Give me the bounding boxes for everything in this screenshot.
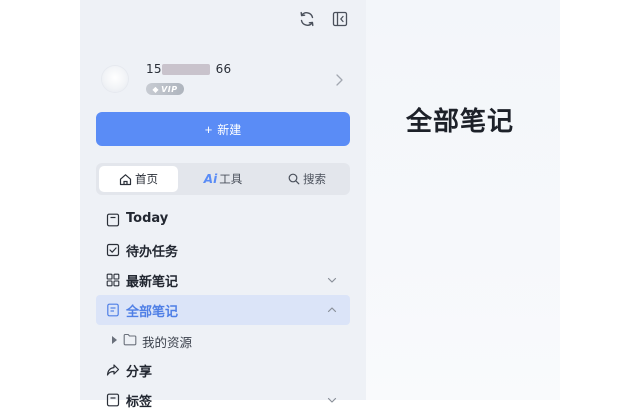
ai-icon: Ai — [203, 172, 218, 186]
checkbox-icon — [106, 243, 120, 257]
caret-right-icon[interactable] — [112, 336, 117, 344]
folder-my-resources[interactable]: 我的资源 — [96, 325, 350, 355]
tab-ai-label: 工具 — [219, 172, 243, 186]
page-title: 全部笔记 — [406, 107, 515, 137]
share-icon — [106, 364, 120, 376]
chevron-right-icon[interactable] — [334, 72, 344, 91]
nav-all-label: 全部笔记 — [126, 305, 179, 320]
folder-icon — [123, 333, 137, 346]
nav-latest-notes[interactable]: 最新笔记 — [96, 265, 350, 295]
sidebar-collapse-icon[interactable] — [330, 9, 350, 29]
phone-mask — [162, 64, 210, 75]
nav-today-label: Today — [126, 211, 169, 226]
nav-today[interactable]: Today — [96, 205, 350, 235]
chevron-up-icon[interactable] — [326, 304, 338, 316]
tab-search[interactable]: 搜索 — [266, 166, 348, 192]
note-icon — [107, 303, 119, 317]
grid-icon — [106, 273, 120, 287]
main-panel — [366, 0, 560, 400]
nav-share[interactable]: 分享 — [96, 355, 350, 385]
chevron-down-icon[interactable] — [326, 274, 338, 286]
nav-todo-label: 待办任务 — [126, 245, 179, 260]
new-note-label: 新建 — [217, 122, 242, 137]
nav-tags[interactable]: 标签 — [96, 385, 350, 415]
account-row[interactable]: 15 66 ◆ VIP — [96, 56, 350, 104]
tab-home[interactable]: 首页 — [99, 166, 178, 192]
nav-latest-label: 最新笔记 — [126, 275, 179, 290]
tab-bar: 首页 Ai 工具 搜索 — [96, 163, 350, 195]
new-note-button[interactable]: + 新建 — [96, 112, 350, 146]
sync-icon[interactable] — [297, 9, 317, 29]
plus-icon: + — [204, 121, 213, 137]
window-background — [560, 0, 640, 400]
folder-label: 我的资源 — [142, 335, 193, 350]
tag-icon — [106, 393, 120, 407]
app-window: 15 66 ◆ VIP + 新建 首页 Ai 工具 搜索 Today 待办任务 … — [0, 0, 640, 410]
tab-home-label: 首页 — [135, 172, 158, 186]
avatar[interactable] — [102, 66, 128, 92]
today-icon — [106, 213, 120, 227]
vip-badge: ◆ VIP — [146, 83, 184, 95]
tab-search-label: 搜索 — [303, 172, 326, 186]
tab-ai-tools[interactable]: Ai 工具 — [182, 166, 264, 192]
nav-all-notes[interactable]: 全部笔记 — [96, 295, 350, 325]
chevron-down-icon[interactable] — [326, 394, 338, 406]
nav-share-label: 分享 — [126, 365, 153, 380]
nav-tags-label: 标签 — [126, 395, 153, 410]
search-icon — [288, 173, 300, 185]
nav-todo[interactable]: 待办任务 — [96, 235, 350, 265]
home-icon — [119, 173, 132, 185]
